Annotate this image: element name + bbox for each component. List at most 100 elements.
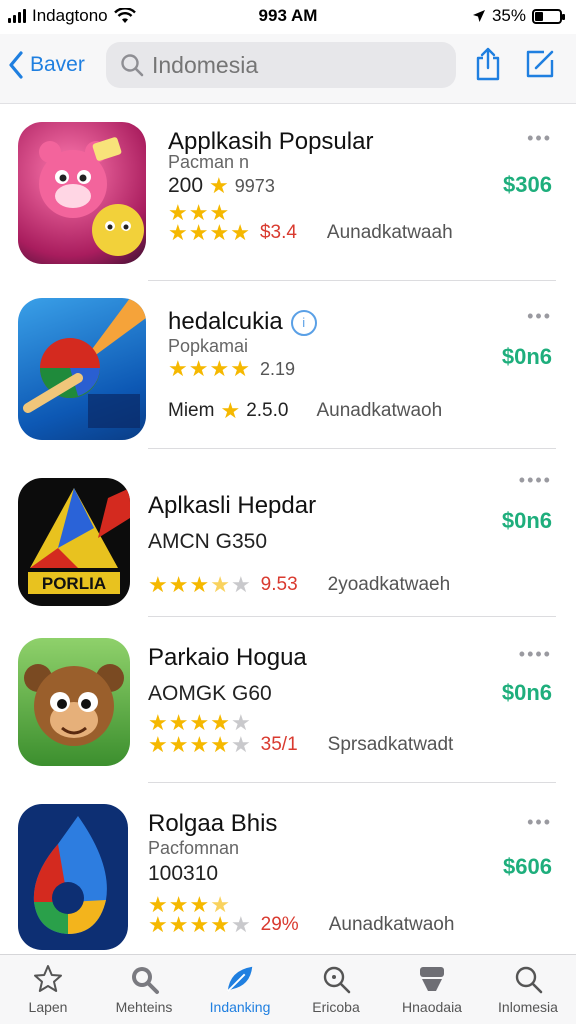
- app-name: hedalcukia i: [168, 308, 317, 336]
- rating-value: $3.4: [259, 222, 297, 243]
- app-icon-ball[interactable]: [18, 298, 146, 440]
- app-icon-droplet[interactable]: [18, 804, 128, 950]
- svg-text:PORLIA: PORLIA: [42, 574, 106, 593]
- list-item[interactable]: PORLIA Aplkasli Hepdar AMCN G350 ★ ★ ★ ★ ★ 9…: [0, 450, 576, 618]
- more-button[interactable]: ••••: [519, 644, 552, 665]
- app-meta: Miem ★ 2.5.0 Aunadkatwaoh: [168, 400, 442, 422]
- search-icon: [121, 54, 144, 77]
- tab-mehteins[interactable]: Mehteins: [96, 955, 192, 1024]
- app-subtitle: Popkamai: [168, 336, 249, 356]
- tab-hnaodaia[interactable]: Hnaodaia: [384, 955, 480, 1024]
- list-item[interactable]: hedalcukia i Popkamai ★ ★ ★ ★ 2.19 Miem ★ 2.…: [0, 282, 576, 452]
- more-button[interactable]: •••: [527, 128, 552, 149]
- list-item[interactable]: Parkaio Hogua AOMGK G60 ★ ★ ★ ★ ★ ★ ★ ★ ★ ★ 35/1…: [0, 618, 576, 784]
- developer-name: Sprsadkatwadt: [327, 734, 454, 755]
- list-item[interactable]: Applkasih Popsular Pacman n 200 ★ 9973 ★…: [0, 104, 576, 281]
- app-list: Applkasih Popsular Pacman n 200 ★ 9973 ★…: [0, 104, 576, 954]
- tab-label: Ericoba: [312, 999, 360, 1015]
- battery-icon: [532, 8, 565, 24]
- triangle-logo-icon: PORLIA: [28, 488, 130, 594]
- status-right: 35%: [472, 6, 565, 26]
- rating-row: ★ ★ ★ ★ ★ 29% Aunadkatwaoh: [148, 914, 454, 936]
- star-icon: ★: [220, 398, 241, 423]
- meta-extra: 9973: [234, 175, 275, 196]
- tab-lapen[interactable]: Lapen: [0, 955, 96, 1024]
- tab-label: Hnaodaia: [402, 999, 462, 1015]
- share-button[interactable]: [470, 46, 506, 82]
- magnifier-icon: [320, 963, 352, 995]
- app-meta: 100310: [148, 862, 218, 886]
- tab-label: Lapen: [28, 999, 68, 1015]
- star-rating: ★ ★ ★ ★: [168, 220, 250, 245]
- meta-label: Miem: [168, 400, 215, 421]
- location-arrow-icon: [472, 10, 485, 22]
- rating-row: ★ ★ ★ ★ ★ 9.53 2yoadkatwaeh: [148, 574, 450, 596]
- download-count: 100310: [148, 862, 219, 885]
- price-button[interactable]: $0n6: [502, 344, 552, 370]
- share-icon: [476, 47, 500, 81]
- developer-name: Aunadkatwaah: [326, 222, 453, 243]
- star-icon: ★: [209, 173, 229, 198]
- battery-fill: [535, 11, 544, 21]
- battery-percent: 35%: [491, 6, 526, 25]
- app-icon-pink-bear[interactable]: [18, 122, 146, 264]
- download-count: 200: [168, 174, 204, 197]
- rating-value: 29%: [260, 914, 299, 935]
- tab-label: Inlomesia: [498, 999, 558, 1015]
- more-button[interactable]: ••••: [519, 470, 552, 491]
- developer-name: 2yoadkatwaeh: [327, 574, 451, 595]
- info-icon[interactable]: i: [290, 309, 317, 336]
- monkey-character-icon: [24, 664, 124, 746]
- app-icon-monkey[interactable]: [18, 638, 130, 766]
- status-bar: Indagtono 993 AM 35%: [0, 0, 576, 34]
- search-icon: [512, 963, 544, 995]
- rating-row: ★ ★ ★ ★ $3.4 Aunadkatwaah: [168, 222, 453, 244]
- star-rating: ★ ★ ★ ★ ★: [148, 912, 251, 937]
- compose-icon: [526, 50, 554, 78]
- compose-button[interactable]: [522, 46, 558, 82]
- feather-icon: [224, 963, 256, 995]
- app-name: Parkaio Hogua: [148, 644, 307, 671]
- price-button[interactable]: $0n6: [502, 508, 552, 534]
- rating-row: ★ ★ ★ ★ 2.19: [168, 358, 295, 380]
- tab-indanking[interactable]: Indanking: [192, 955, 288, 1024]
- back-label: Baver: [30, 53, 85, 76]
- app-subtitle: Pacman n: [168, 152, 250, 172]
- search-input[interactable]: [152, 51, 452, 79]
- app-subtitle: Pacfomnan: [148, 838, 240, 858]
- divider: [148, 616, 556, 617]
- price-button[interactable]: $606: [503, 854, 552, 880]
- app-name: Aplkasli Hepdar: [148, 492, 317, 519]
- back-button[interactable]: Baver: [8, 48, 85, 82]
- divider: [148, 448, 556, 449]
- layers-icon: [416, 963, 448, 995]
- tab-ericoba[interactable]: Ericoba: [288, 955, 384, 1024]
- tab-bar: Lapen Mehteins Indanking Ericoba Hnaodai…: [0, 954, 576, 1024]
- star-icon: [32, 963, 64, 995]
- bear-character-icon: [39, 137, 144, 256]
- tab-label: Indanking: [209, 999, 271, 1015]
- app-name: Rolgaa Bhis: [148, 810, 278, 837]
- app-icon-triangle[interactable]: PORLIA: [18, 478, 130, 606]
- tab-inlomesia[interactable]: Inlomesia: [480, 955, 576, 1024]
- developer-name: Aunadkatwaoh: [328, 914, 455, 935]
- divider: [148, 782, 556, 783]
- price-button[interactable]: $0n6: [502, 680, 552, 706]
- navigation-bar: Baver: [0, 34, 576, 104]
- price-button[interactable]: $306: [503, 172, 552, 198]
- list-item[interactable]: Rolgaa Bhis Pacfomnan 100310 ★ ★ ★ ★ ★ ★ ★ ★ ★ …: [0, 784, 576, 954]
- star-rating-top: ★ ★ ★ ★ ★: [148, 710, 251, 735]
- more-button[interactable]: •••: [527, 306, 552, 327]
- search-bar[interactable]: [106, 42, 456, 88]
- search-badge-icon: [128, 963, 160, 995]
- meta-extra: 2.19: [259, 358, 295, 379]
- chevron-left-icon: [9, 51, 23, 79]
- star-rating: ★ ★ ★ ★: [168, 356, 250, 381]
- star-rating: ★ ★ ★ ★ ★: [148, 732, 251, 757]
- meta-rate: 2.5.0: [246, 400, 289, 421]
- app-name-text: hedalcukia: [168, 308, 283, 335]
- app-meta: 200 ★ 9973: [168, 174, 275, 198]
- more-button[interactable]: •••: [527, 812, 552, 833]
- app-subtitle: AMCN G350: [148, 530, 268, 553]
- divider: [148, 280, 556, 281]
